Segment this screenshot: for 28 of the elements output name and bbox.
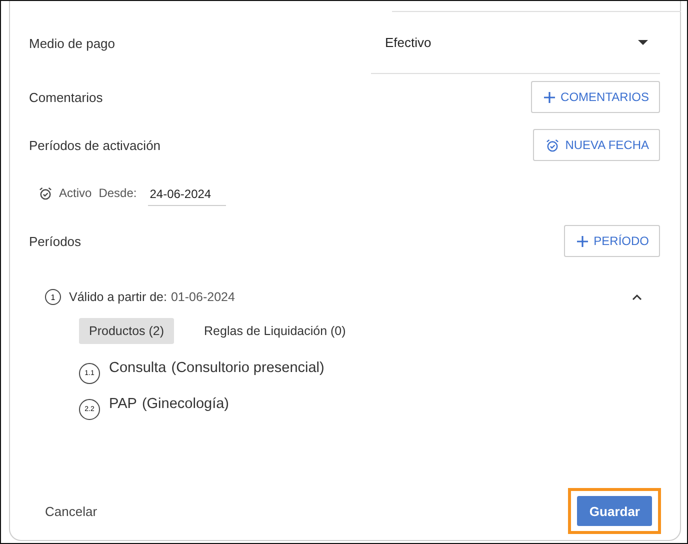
product-detail: (Consultorio presencial) xyxy=(171,360,324,376)
cancel-button[interactable]: Cancelar xyxy=(29,498,114,524)
period-date: 01-06-2024 xyxy=(170,290,235,304)
caret-icon xyxy=(638,40,648,45)
add-period-button[interactable]: PERÍODO xyxy=(564,225,660,257)
plus-icon xyxy=(544,92,555,102)
date-field[interactable]: 24-06-2024 xyxy=(148,180,226,206)
tab[interactable]: Reglas de Liquidación (0) xyxy=(194,318,356,344)
plus-icon xyxy=(576,236,588,246)
chevron-up-icon[interactable] xyxy=(632,294,642,300)
alarm-clock-icon xyxy=(546,138,560,152)
periods-label: Períodos xyxy=(29,234,82,248)
product-name: Consulta xyxy=(109,360,166,376)
comments-label: Comentarios xyxy=(29,90,103,104)
new-date-button[interactable]: NUEVA FECHA xyxy=(533,129,660,161)
tab[interactable]: Productos (2) xyxy=(79,318,174,344)
alarm-clock-icon xyxy=(39,186,52,200)
add-comments-button[interactable]: COMENTARIOS xyxy=(530,81,660,113)
product-detail: (Ginecología) xyxy=(142,396,229,412)
period-title: Válido a partir de: xyxy=(69,290,167,304)
payment-label: Medio de pago xyxy=(29,36,116,50)
status-text: Activo xyxy=(59,186,92,200)
product-name: PAP xyxy=(109,396,137,412)
activation-label: Períodos de activación xyxy=(29,138,161,152)
save-button[interactable]: Guardar xyxy=(577,496,652,526)
step-number: 1 xyxy=(45,289,61,305)
since-label: Desde: xyxy=(98,186,137,200)
payment-select[interactable]: Efectivo xyxy=(371,12,660,74)
